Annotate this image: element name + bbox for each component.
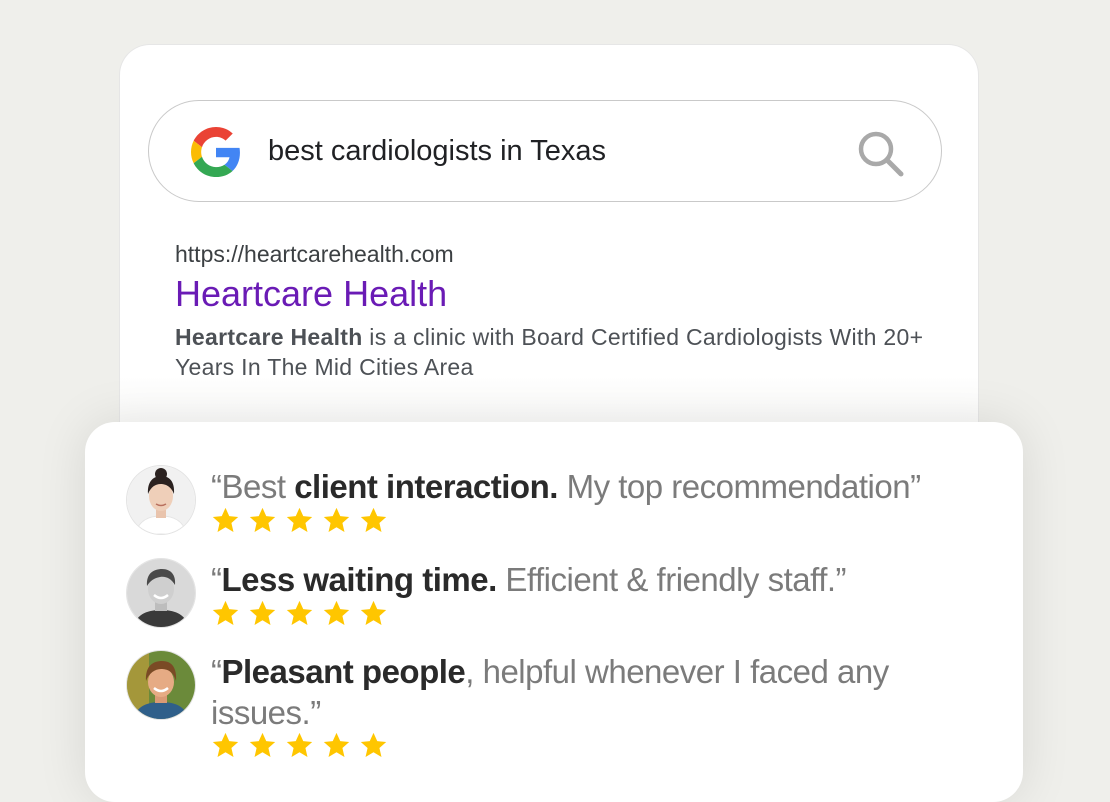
result-url[interactable]: https://heartcarehealth.com: [175, 241, 454, 268]
star-icon: [212, 507, 239, 532]
reviews-card: “Best client interaction. My top recomme…: [85, 422, 1023, 802]
avatar: [127, 559, 195, 627]
search-query[interactable]: best cardiologists in Texas: [268, 131, 606, 171]
star-icon: [323, 600, 350, 625]
result-title-link[interactable]: Heartcare Health: [175, 273, 447, 315]
star-icon: [212, 600, 239, 625]
google-logo-icon: [191, 127, 240, 177]
star-icon: [249, 600, 276, 625]
search-result-card: best cardiologists in Texas https://hear…: [120, 45, 978, 465]
star-icon: [360, 600, 387, 625]
star-icon: [286, 600, 313, 625]
star-icon: [286, 507, 313, 532]
star-icon: [212, 732, 239, 757]
star-icon: [360, 732, 387, 757]
avatar: [127, 466, 195, 534]
star-icon: [323, 732, 350, 757]
star-icon: [323, 507, 350, 532]
result-snippet: Heartcare Health is a clinic with Board …: [175, 322, 935, 382]
review-text: “Best client interaction. My top recomme…: [211, 468, 921, 505]
star-rating: [211, 731, 388, 761]
star-rating: [211, 506, 388, 536]
avatar: [127, 651, 195, 719]
star-icon: [249, 507, 276, 532]
search-bar[interactable]: best cardiologists in Texas: [148, 100, 942, 202]
snippet-bold: Heartcare Health: [175, 324, 363, 350]
star-icon: [360, 507, 387, 532]
star-icon: [286, 732, 313, 757]
search-icon[interactable]: [855, 128, 907, 180]
review-text: “Pleasant people, helpful whenever I fac…: [211, 653, 889, 731]
review-text: “Less waiting time. Efficient & friendly…: [211, 561, 847, 598]
star-rating: [211, 599, 388, 629]
star-icon: [249, 732, 276, 757]
